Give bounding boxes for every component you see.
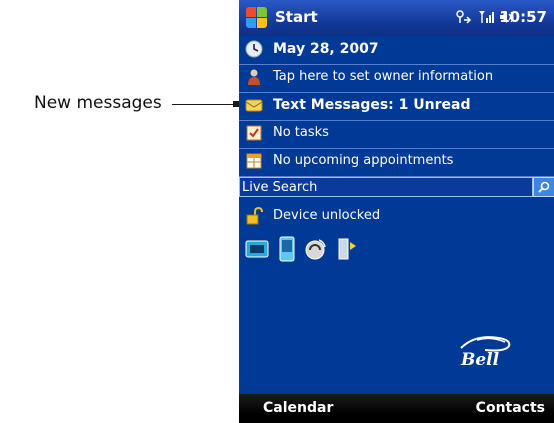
sync-icon[interactable] bbox=[303, 236, 327, 262]
lock-icon bbox=[246, 207, 263, 225]
search-icon bbox=[538, 181, 550, 193]
callout-line bbox=[172, 104, 234, 105]
owner-info-row[interactable]: Tap here to set owner information bbox=[239, 64, 554, 93]
new-messages-callout-label: New messages bbox=[34, 93, 162, 113]
comm-manager-icon[interactable] bbox=[245, 236, 269, 262]
calendar-softkey[interactable]: Calendar bbox=[263, 400, 333, 416]
appointments-label: No upcoming appointments bbox=[273, 153, 454, 168]
title-bar: Start 10:57 bbox=[239, 0, 554, 36]
date-label: May 28, 2007 bbox=[273, 41, 379, 57]
app-launcher bbox=[245, 236, 385, 266]
messages-icon bbox=[245, 99, 263, 112]
wireless-icon[interactable] bbox=[333, 236, 357, 262]
signal-strength-icon bbox=[478, 11, 494, 23]
tasks-icon bbox=[246, 125, 262, 141]
start-title[interactable]: Start bbox=[275, 8, 318, 26]
softkey-bar: Calendar Contacts bbox=[239, 394, 554, 423]
owner-info-label: Tap here to set owner information bbox=[273, 69, 494, 84]
live-search-row: Live Search bbox=[239, 175, 554, 199]
search-button[interactable] bbox=[533, 177, 554, 197]
phone-icon[interactable] bbox=[275, 236, 299, 262]
tasks-row[interactable]: No tasks bbox=[239, 120, 554, 149]
device-lock-row[interactable]: Device unlocked bbox=[239, 203, 554, 231]
tasks-label: No tasks bbox=[273, 125, 329, 140]
contacts-softkey[interactable]: Contacts bbox=[476, 400, 545, 416]
device-lock-label: Device unlocked bbox=[273, 208, 381, 223]
bell-logo-text: Bell bbox=[461, 350, 500, 370]
connectivity-icon bbox=[456, 10, 472, 24]
text-messages-label: Text Messages: 1 Unread bbox=[273, 97, 471, 113]
text-messages-row[interactable]: Text Messages: 1 Unread bbox=[239, 92, 554, 121]
bell-logo: Bell bbox=[455, 330, 515, 372]
start-menu-icon[interactable] bbox=[246, 7, 268, 29]
clock-icon bbox=[245, 40, 263, 58]
date-row[interactable]: May 28, 2007 bbox=[239, 36, 554, 65]
appointments-row[interactable]: No upcoming appointments bbox=[239, 148, 554, 177]
owner-icon bbox=[248, 69, 260, 85]
calendar-icon bbox=[246, 153, 262, 169]
live-search-input[interactable]: Live Search bbox=[239, 177, 533, 197]
clock[interactable]: 10:57 bbox=[499, 8, 547, 26]
today-screen: Start 10:57 May 28, 2007 Tap here to set… bbox=[239, 0, 554, 423]
